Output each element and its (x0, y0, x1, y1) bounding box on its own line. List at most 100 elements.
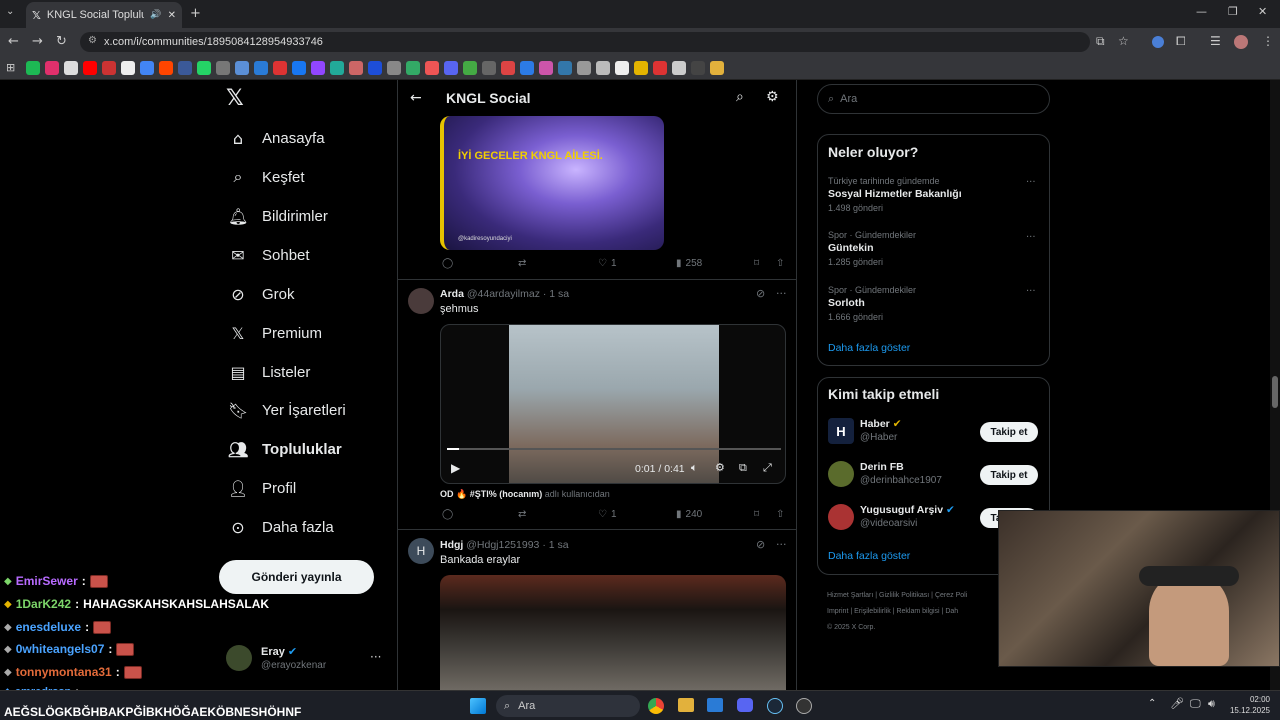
follow-user[interactable]: Derin FB @derinbahce1907 (860, 461, 942, 486)
file-explorer-icon[interactable] (678, 698, 694, 712)
avatar[interactable]: H (828, 418, 854, 444)
photos-icon[interactable] (707, 698, 723, 712)
audio-icon[interactable]: 🔊 (150, 10, 161, 20)
bookmark-icon[interactable] (387, 60, 402, 75)
share-button[interactable]: ⇧ (776, 258, 784, 269)
url-field[interactable]: ⚙ x.com/i/communities/189508412895493374… (80, 32, 1090, 52)
app-icon[interactable] (796, 698, 812, 714)
tray-chevron-icon[interactable]: ⌃ (1148, 698, 1156, 709)
share-button[interactable]: ⇧ (776, 509, 784, 520)
bookmark-icon[interactable] (501, 60, 516, 75)
post-author-handle[interactable]: @Hdgj1251993 (466, 539, 539, 551)
video-player[interactable]: ▶ 0:01 / 0:41 🔈︎ ⚙ ⧉ ⤢ (440, 324, 786, 484)
bookmark-icon[interactable] (64, 60, 79, 75)
footer-link[interactable]: Çerez Poli (935, 592, 967, 599)
reply-button[interactable]: ◯ (442, 258, 453, 269)
like-button[interactable]: ♡ 1 (598, 258, 617, 269)
folder-icon[interactable] (710, 60, 725, 75)
footer-link[interactable]: Erişilebilirlik (854, 608, 891, 615)
bookmark-icon[interactable] (634, 60, 649, 75)
account-menu-icon[interactable]: ··· (370, 650, 381, 664)
bookmark-icon[interactable] (444, 60, 459, 75)
video-progress-track[interactable] (447, 448, 781, 450)
mic-icon[interactable]: 🎤︎ (1170, 697, 1184, 710)
extension-icon[interactable] (1152, 36, 1164, 48)
bookmark-icon[interactable] (672, 60, 687, 75)
install-app-icon[interactable]: ⧉ (1096, 34, 1105, 49)
bookmark-icon[interactable] (558, 60, 573, 75)
video-source[interactable]: OD 🔥 #ŞТl% (hocanım) adlı kullanıcıdan (440, 489, 610, 500)
forward-icon[interactable]: → (32, 34, 43, 49)
sidebar-item-home[interactable]: ⌂ Anasayfa (228, 125, 325, 151)
avatar[interactable] (408, 288, 434, 314)
show-more-link[interactable]: Daha fazla göster (828, 342, 910, 354)
post-time[interactable]: · 1 sa (542, 539, 568, 551)
repost-button[interactable]: ⇄ (518, 258, 526, 269)
sidebar-item-lists[interactable]: ▤ Listeler (228, 359, 310, 385)
settings-gear-icon[interactable]: ⚙ (766, 89, 779, 105)
bookmark-icon[interactable] (577, 60, 592, 75)
menu-dots-icon[interactable]: ⋮ (1262, 34, 1274, 48)
windows-start-icon[interactable] (470, 698, 486, 714)
volume-icon[interactable]: 🔊︎ (1208, 697, 1215, 711)
profile-avatar[interactable] (1234, 35, 1248, 49)
discord-icon[interactable] (737, 698, 753, 712)
tab-close-icon[interactable]: ✕ (168, 10, 176, 21)
bookmark-icon[interactable] (140, 60, 155, 75)
x-logo-icon[interactable]: 𝕏 (226, 86, 244, 111)
bookmark-icon[interactable] (691, 60, 706, 75)
like-button[interactable]: ♡ 1 (598, 509, 617, 520)
apps-grid-icon[interactable]: ⊞ (6, 61, 15, 74)
trend-item[interactable]: Türkiye tarihinde gündemde Sosyal Hizmet… (828, 176, 962, 213)
bookmark-icon[interactable] (653, 60, 668, 75)
follow-button[interactable]: Takip et (980, 465, 1038, 485)
footer-link[interactable]: Gizlilik Politikası (879, 592, 929, 599)
trend-item[interactable]: Spor · Gündemdekiler Güntekin 1.285 gönd… (828, 230, 916, 267)
bookmark-icon[interactable] (330, 60, 345, 75)
grok-icon[interactable]: ⊘ (756, 287, 765, 300)
back-icon[interactable]: ← (8, 34, 19, 49)
bookmark-icon[interactable] (102, 60, 117, 75)
network-icon[interactable]: 🖵 (1190, 697, 1201, 711)
show-more-link[interactable]: Daha fazla göster (828, 550, 910, 562)
bookmark-icon[interactable] (159, 60, 174, 75)
bookmark-icon[interactable] (26, 60, 41, 75)
post-author-name[interactable]: Hdgj (440, 539, 463, 551)
maximize-icon[interactable]: ❐ (1228, 5, 1238, 18)
post-image[interactable]: İYİ GECELER KNGL AİLESİ. @kadiresoyundac… (440, 116, 664, 250)
bookmark-icon[interactable] (463, 60, 478, 75)
bookmark-icon[interactable] (178, 60, 193, 75)
post-time[interactable]: · 1 sa (543, 288, 569, 300)
sidebar-item-explore[interactable]: ⌕ Keşfet (228, 164, 305, 190)
follow-user[interactable]: Haber ✔ @Haber (860, 418, 902, 443)
avatar[interactable]: H (408, 538, 434, 564)
post-author-name[interactable]: Arda (440, 288, 464, 300)
sidebar-item-messages[interactable]: ✉ Sohbet (228, 242, 309, 268)
reply-button[interactable]: ◯ (442, 509, 453, 520)
star-icon[interactable]: ☆ (1118, 34, 1129, 48)
back-arrow-icon[interactable]: ← (410, 90, 422, 106)
avatar[interactable] (226, 645, 252, 671)
sidebar-item-notifications[interactable]: 🔔︎ Bildirimler (228, 203, 328, 229)
fullscreen-icon[interactable]: ⤢ (763, 461, 772, 475)
grok-icon[interactable]: ⊘ (756, 538, 765, 551)
more-dots-icon[interactable]: ··· (776, 287, 787, 300)
search-icon[interactable]: ⌕ (736, 89, 744, 105)
views-button[interactable]: ▮ 258 (676, 258, 702, 269)
scrollbar-thumb[interactable] (1272, 376, 1278, 408)
footer-link[interactable]: Imprint (827, 608, 848, 615)
steam-icon[interactable] (767, 698, 783, 714)
search-box[interactable]: ⌕ Ara (817, 84, 1050, 114)
sidebar-item-bookmarks[interactable]: 🔖︎ Yer İşaretleri (228, 397, 346, 423)
bookmark-icon[interactable] (349, 60, 364, 75)
extensions-puzzle-icon[interactable]: ⧠ (1176, 34, 1186, 49)
bookmark-icon[interactable] (406, 60, 421, 75)
avatar[interactable] (828, 504, 854, 530)
bookmark-icon[interactable] (520, 60, 535, 75)
follow-user[interactable]: Yugusuguf Arşiv ✔ @videoarsivi (860, 504, 955, 529)
minimize-icon[interactable]: — (1196, 5, 1207, 18)
footer-link[interactable]: Dah (945, 608, 958, 615)
window-close-icon[interactable]: ✕ (1258, 5, 1267, 18)
avatar[interactable] (828, 461, 854, 487)
reload-icon[interactable]: ↻ (56, 34, 67, 49)
